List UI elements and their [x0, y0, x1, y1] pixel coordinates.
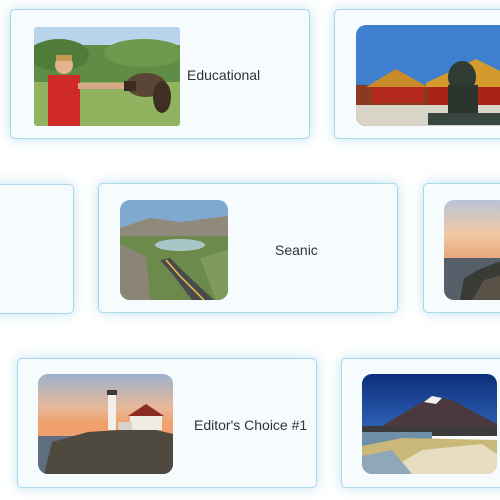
carousel-card-educational[interactable]: Educational [10, 9, 310, 139]
card-label-seanic: Seanic [275, 242, 318, 258]
carousel-card-forbidden-city[interactable] [334, 9, 500, 139]
carousel-card-seanic[interactable]: Seanic [98, 183, 398, 313]
carousel-card-editors-choice-1[interactable]: Editor's Choice #1 [17, 358, 317, 488]
lighthouse-sunset-photo [38, 374, 173, 474]
card-label-educational: Educational [187, 67, 261, 83]
card-label-editors-choice-1: Editor's Choice #1 [194, 417, 308, 433]
forbidden-city-lion-photo [356, 25, 500, 126]
winding-road-photo [120, 200, 228, 300]
carousel-card-volcano[interactable] [341, 358, 500, 488]
falconer-boy-photo [34, 27, 180, 126]
coastal-rocks-sunset-photo [444, 200, 500, 300]
carousel-card-coastal[interactable] [423, 183, 500, 313]
carousel-stage: Educational Seanic Editor's Choice #1 [0, 0, 500, 500]
carousel-card-partial-left[interactable] [0, 184, 74, 314]
volcano-lake-photo [362, 374, 497, 474]
